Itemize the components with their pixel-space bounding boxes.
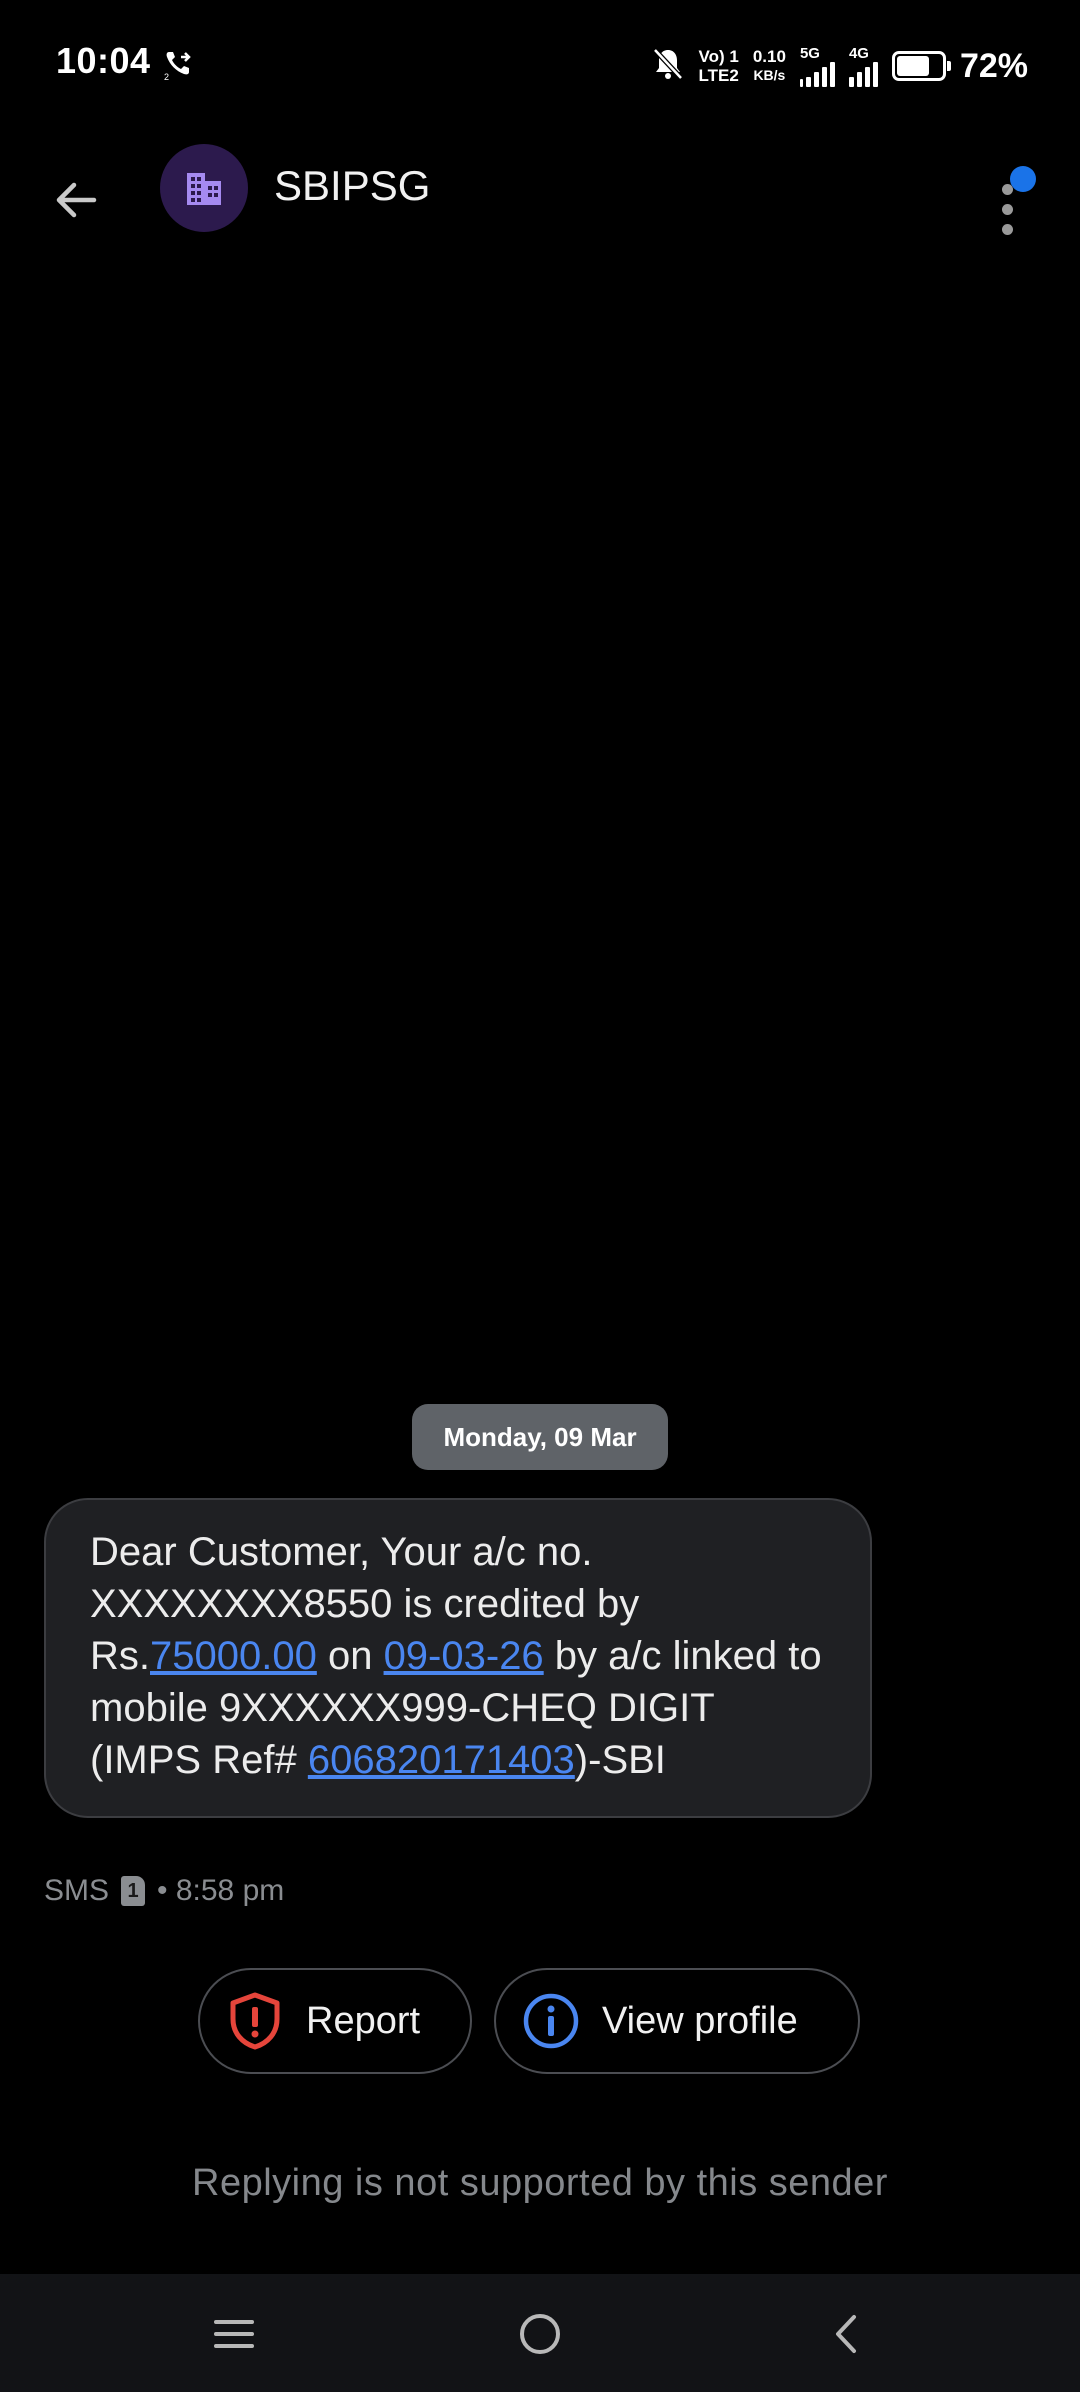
volte-indicator: Vo) 1 LTE2 bbox=[698, 47, 739, 85]
status-time: 10:04 bbox=[56, 40, 151, 81]
message-meta: SMS 1 • 8:58 pm bbox=[44, 1874, 284, 1908]
reference-link[interactable]: 606820171403 bbox=[308, 1738, 575, 1782]
back-button[interactable] bbox=[40, 164, 112, 236]
reply-not-supported-note: Replying is not supported by this sender bbox=[192, 2162, 888, 2204]
status-icons: Vo) 1 LTE2 0.10 KB/s 5G 4G 72% bbox=[651, 36, 1028, 96]
home-circle-icon bbox=[520, 2314, 560, 2354]
view-profile-button[interactable]: View profile bbox=[494, 1968, 860, 2074]
home-button[interactable] bbox=[500, 2298, 580, 2370]
shield-alert-icon bbox=[226, 1992, 284, 2050]
message-text: on bbox=[316, 1634, 384, 1678]
message-text: )-SBI bbox=[574, 1738, 666, 1782]
svg-text:2: 2 bbox=[164, 72, 169, 80]
date-link[interactable]: 09-03-26 bbox=[384, 1634, 544, 1678]
nav-back-button[interactable] bbox=[806, 2298, 886, 2370]
report-label: Report bbox=[306, 1999, 421, 2042]
navigation-bar bbox=[0, 2274, 1080, 2392]
sim-card-icon: 1 bbox=[121, 1876, 146, 1906]
sender-name: SBIPSG bbox=[274, 162, 431, 209]
info-icon bbox=[522, 1992, 580, 2050]
avatar[interactable] bbox=[160, 144, 248, 232]
mute-bell-icon bbox=[651, 46, 685, 87]
message-time: • 8:58 pm bbox=[157, 1874, 285, 1907]
amount-link[interactable]: 75000.00 bbox=[150, 1634, 317, 1678]
net-speed: 0.10 KB/s bbox=[752, 47, 786, 83]
status-bar: 10:04 2 Vo) 1 LTE2 0.10 KB/s 5G 4G 72% bbox=[0, 0, 1080, 130]
menu-icon bbox=[214, 2320, 254, 2348]
battery-icon bbox=[891, 51, 951, 81]
battery-percent: 72% bbox=[959, 46, 1028, 85]
notification-badge bbox=[1010, 166, 1036, 192]
message-type: SMS bbox=[44, 1874, 110, 1907]
building-icon bbox=[187, 173, 221, 205]
signal-5g: 5G bbox=[799, 46, 835, 87]
report-button[interactable]: Report bbox=[198, 1968, 472, 2074]
chevron-left-icon bbox=[836, 2315, 856, 2353]
signal-4g: 4G bbox=[848, 46, 878, 87]
arrow-back-icon bbox=[56, 182, 97, 218]
date-separator: Monday, 09 Mar bbox=[412, 1404, 668, 1470]
message-bubble[interactable]: Dear Customer, Your a/c no. XXXXXXXX8550… bbox=[44, 1498, 872, 1818]
more-options-button[interactable] bbox=[980, 150, 1040, 250]
signal-bars-icon bbox=[799, 61, 835, 87]
call-forward-icon: 2 bbox=[164, 48, 194, 85]
signal-bars-icon bbox=[848, 61, 878, 87]
battery-fill bbox=[896, 56, 929, 76]
conversation-header: SBIPSG bbox=[0, 140, 1080, 260]
view-profile-label: View profile bbox=[602, 1999, 798, 2042]
recents-button[interactable] bbox=[194, 2298, 274, 2370]
